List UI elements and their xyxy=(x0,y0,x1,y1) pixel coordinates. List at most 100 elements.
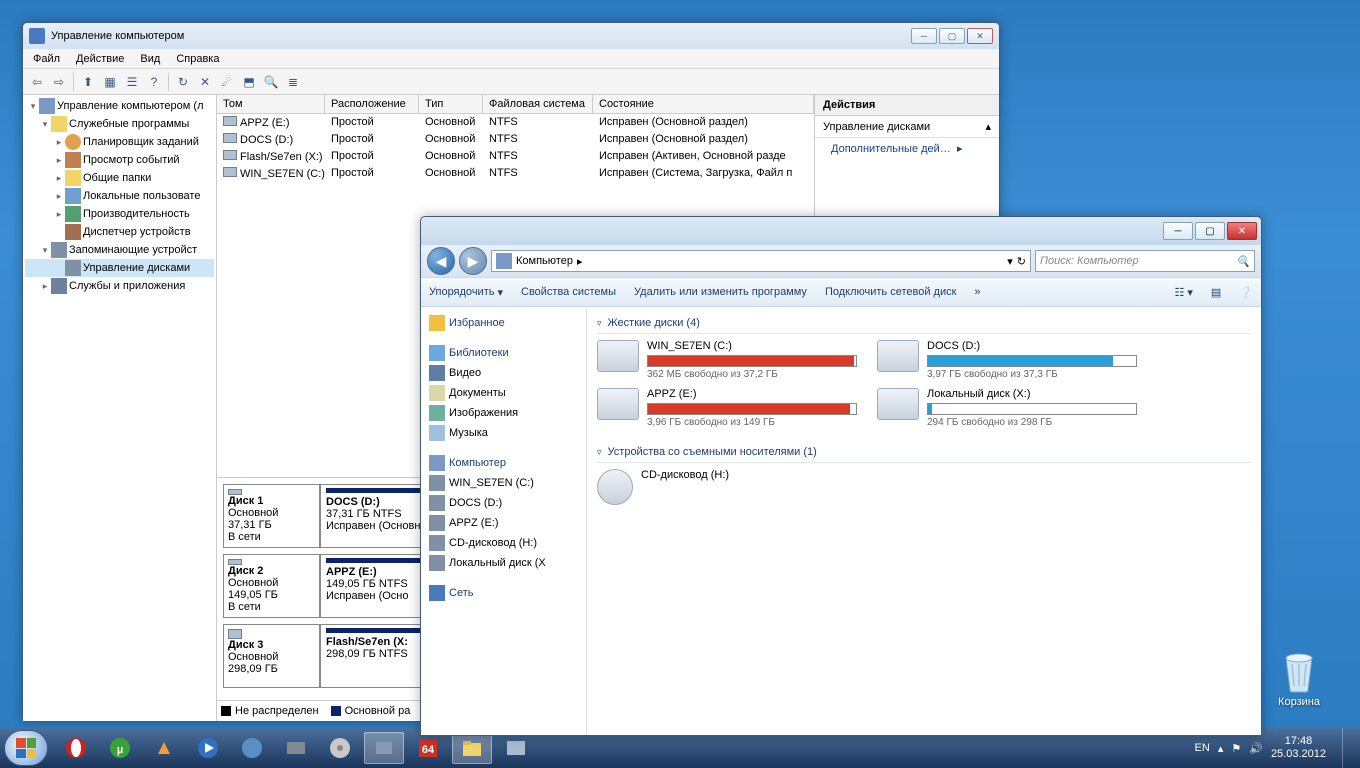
forward-icon[interactable]: ⇨ xyxy=(49,72,69,92)
tree-event-viewer[interactable]: ▸Просмотр событий xyxy=(25,151,214,169)
col-layout[interactable]: Расположение xyxy=(325,95,419,113)
tree-disk-mgmt[interactable]: Управление дисками xyxy=(25,259,214,277)
taskbar-explorer-icon[interactable] xyxy=(452,732,492,764)
tree-services[interactable]: ▸Службы и приложения xyxy=(25,277,214,295)
tree-drive-e[interactable]: APPZ (E:) xyxy=(425,513,582,533)
col-type[interactable]: Тип xyxy=(419,95,483,113)
dropdown-icon[interactable]: ▾ xyxy=(1007,255,1013,268)
view-icon[interactable]: ☰ xyxy=(122,72,142,92)
recycle-bin[interactable]: Корзина xyxy=(1278,648,1320,708)
help-button[interactable]: ❔ xyxy=(1239,286,1253,299)
overflow-button[interactable]: » xyxy=(974,286,980,298)
taskbar-app1-icon[interactable] xyxy=(232,732,272,764)
start-button[interactable] xyxy=(4,730,48,766)
drive-item[interactable]: Локальный диск (X:)294 ГБ свободно из 29… xyxy=(877,388,1137,428)
drive-item[interactable]: DOCS (D:)3,97 ГБ свободно из 37,3 ГБ xyxy=(877,340,1137,380)
taskbar-compmgmt-icon[interactable] xyxy=(364,732,404,764)
delete-icon[interactable]: ✕ xyxy=(195,72,215,92)
back-button[interactable]: ◀ xyxy=(427,247,455,275)
volume-row[interactable]: APPZ (E:)ПростойОсновнойNTFSИсправен (Ос… xyxy=(217,114,814,131)
tree-performance[interactable]: ▸Производительность xyxy=(25,205,214,223)
tree-scheduler[interactable]: ▸Планировщик заданий xyxy=(25,133,214,151)
menu-file[interactable]: Файл xyxy=(27,51,66,67)
menu-view[interactable]: Вид xyxy=(134,51,166,67)
drive-item[interactable]: WIN_SE7EN (C:)362 МБ свободно из 37,2 ГБ xyxy=(597,340,857,380)
drive-item[interactable]: APPZ (E:)3,96 ГБ свободно из 149 ГБ xyxy=(597,388,857,428)
titlebar[interactable]: Управление компьютером ─ ▢ ✕ xyxy=(23,23,999,49)
action2-icon[interactable]: ⬒ xyxy=(239,72,259,92)
prop-icon[interactable]: ▦ xyxy=(100,72,120,92)
col-volume[interactable]: Том xyxy=(217,95,325,113)
tray-flag-icon[interactable]: ▴ xyxy=(1218,742,1224,755)
tree-local-users[interactable]: ▸Локальные пользовате xyxy=(25,187,214,205)
explorer-titlebar[interactable]: ─ ▢ ✕ xyxy=(421,217,1261,245)
refresh-icon[interactable]: ↻ xyxy=(1017,255,1026,268)
back-icon[interactable]: ⇦ xyxy=(27,72,47,92)
taskbar-disc-icon[interactable] xyxy=(320,732,360,764)
taskbar-aida64-icon[interactable]: 64 xyxy=(408,732,448,764)
close-button[interactable]: ✕ xyxy=(1227,222,1257,240)
find-icon[interactable]: 🔍 xyxy=(261,72,281,92)
volume-row[interactable]: WIN_SE7EN (C:)ПростойОсновнойNTFSИсправе… xyxy=(217,165,814,182)
tree-shared-folders[interactable]: ▸Общие папки xyxy=(25,169,214,187)
view-button[interactable]: ☷ ▾ xyxy=(1174,286,1192,299)
tree-device-mgr[interactable]: Диспетчер устройств xyxy=(25,223,214,241)
list-icon[interactable]: ≣ xyxy=(283,72,303,92)
taskbar-utorrent-icon[interactable]: µ xyxy=(100,732,140,764)
tree-music[interactable]: Музыка xyxy=(425,423,582,443)
tree-images[interactable]: Изображения xyxy=(425,403,582,423)
taskbar-wmp-icon[interactable] xyxy=(188,732,228,764)
system-properties-button[interactable]: Свойства системы xyxy=(521,286,616,298)
menu-help[interactable]: Справка xyxy=(170,51,225,67)
tree-drive-x[interactable]: Локальный диск (X xyxy=(425,553,582,573)
help-icon[interactable]: ? xyxy=(144,72,164,92)
refresh-icon[interactable]: ↻ xyxy=(173,72,193,92)
tree-utilities[interactable]: ▾Служебные программы xyxy=(25,115,214,133)
tray-action-center-icon[interactable]: ⚑ xyxy=(1231,742,1241,755)
tree-libraries[interactable]: Библиотеки xyxy=(425,343,582,363)
breadcrumb[interactable]: Компьютер xyxy=(516,255,573,267)
up-icon[interactable]: ⬆ xyxy=(78,72,98,92)
actions-more[interactable]: Дополнительные дей… ▸ xyxy=(815,138,999,159)
uninstall-button[interactable]: Удалить или изменить программу xyxy=(634,286,807,298)
taskbar-winamp-icon[interactable] xyxy=(144,732,184,764)
forward-button[interactable]: ▶ xyxy=(459,247,487,275)
close-button[interactable]: ✕ xyxy=(967,28,993,44)
action1-icon[interactable]: ☄ xyxy=(217,72,237,92)
search-input[interactable]: Поиск: Компьютер 🔍 xyxy=(1035,250,1255,272)
menu-action[interactable]: Действие xyxy=(70,51,130,67)
tree-videos[interactable]: Видео xyxy=(425,363,582,383)
minimize-button[interactable]: ─ xyxy=(1163,222,1193,240)
tree-storage[interactable]: ▾Запоминающие устройст xyxy=(25,241,214,259)
col-fs[interactable]: Файловая система xyxy=(483,95,593,113)
volume-row[interactable]: DOCS (D:)ПростойОсновнойNTFSИсправен (Ос… xyxy=(217,131,814,148)
taskbar-app2-icon[interactable] xyxy=(276,732,316,764)
minimize-button[interactable]: ─ xyxy=(911,28,937,44)
tree-documents[interactable]: Документы xyxy=(425,383,582,403)
tree-computer[interactable]: Компьютер xyxy=(425,453,582,473)
col-status[interactable]: Состояние xyxy=(593,95,814,113)
map-drive-button[interactable]: Подключить сетевой диск xyxy=(825,286,956,298)
tree-cd-drive[interactable]: CD-дисковод (H:) xyxy=(425,533,582,553)
show-desktop-button[interactable] xyxy=(1342,728,1352,768)
taskbar-opera-icon[interactable] xyxy=(56,732,96,764)
cd-drive-item[interactable]: CD-дисковод (H:) xyxy=(597,469,857,505)
preview-pane-button[interactable]: ▤ xyxy=(1211,286,1221,299)
maximize-button[interactable]: ▢ xyxy=(939,28,965,44)
tree-drive-d[interactable]: DOCS (D:) xyxy=(425,493,582,513)
maximize-button[interactable]: ▢ xyxy=(1195,222,1225,240)
group-removable[interactable]: ▿Устройства со съемными носителями (1) xyxy=(597,442,1251,463)
volume-row[interactable]: Flash/Se7en (X:)ПростойОсновнойNTFSИспра… xyxy=(217,148,814,165)
clock[interactable]: 17:48 25.03.2012 xyxy=(1271,735,1326,761)
group-hard-drives[interactable]: ▿Жесткие диски (4) xyxy=(597,313,1251,334)
tree-root[interactable]: ▾Управление компьютером (л xyxy=(25,97,214,115)
tray-volume-icon[interactable]: 🔊 xyxy=(1249,742,1263,755)
tree-network[interactable]: Сеть xyxy=(425,583,582,603)
chevron-icon[interactable]: ▸ xyxy=(577,255,583,268)
organize-button[interactable]: Упорядочить ▾ xyxy=(429,286,503,299)
language-indicator[interactable]: EN xyxy=(1195,742,1210,754)
actions-section[interactable]: Управление дисками▴ xyxy=(815,116,999,138)
address-bar[interactable]: Компьютер ▸ ▾ ↻ xyxy=(491,250,1031,272)
taskbar-app3-icon[interactable] xyxy=(496,732,536,764)
tree-favorites[interactable]: Избранное xyxy=(425,313,582,333)
